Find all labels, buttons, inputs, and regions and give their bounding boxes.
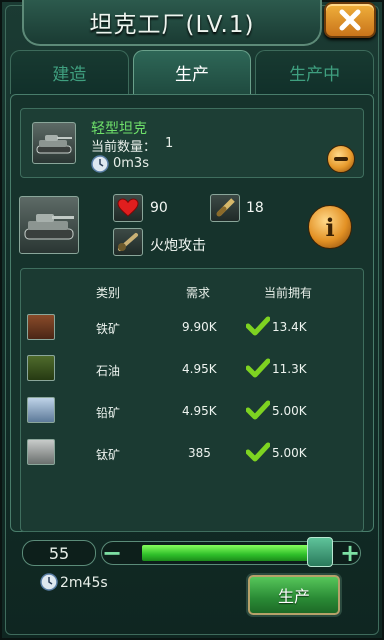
column-header-required: 需求 xyxy=(186,286,211,300)
increase-button[interactable]: + xyxy=(339,539,361,567)
heart-icon xyxy=(113,194,143,222)
decrease-button[interactable]: − xyxy=(101,539,123,567)
queue-qty-value: 1 xyxy=(165,136,174,151)
production-time: 2m45s xyxy=(60,575,108,591)
title-bar: 坦克工厂(LV.1) xyxy=(22,0,322,46)
requirement-name: 铁矿 xyxy=(96,322,121,336)
check-icon xyxy=(246,442,270,462)
tank-icon xyxy=(32,122,76,164)
minus-icon xyxy=(334,157,348,161)
shell-icon xyxy=(210,194,240,222)
requirement-name: 石油 xyxy=(96,364,121,378)
close-icon xyxy=(339,9,361,31)
close-button[interactable] xyxy=(324,2,376,38)
iron-ore-icon xyxy=(27,314,55,340)
oil-icon xyxy=(27,355,55,381)
requirement-have: 11.3K xyxy=(272,362,307,376)
attack-type: 火炮攻击 xyxy=(150,238,206,254)
tab-produce[interactable]: 生产 xyxy=(132,50,252,94)
requirement-have: 5.00K xyxy=(272,404,307,418)
queue-item-name: 轻型坦克 xyxy=(91,121,147,137)
check-icon xyxy=(246,316,270,336)
requirements-table xyxy=(20,268,364,532)
tank-icon xyxy=(24,214,74,240)
produce-button[interactable]: 生产 xyxy=(248,575,340,615)
info-icon: i xyxy=(325,212,335,242)
requirement-need: 385 xyxy=(188,446,211,460)
queue-time: 0m3s xyxy=(113,156,149,171)
requirement-have: 13.4K xyxy=(272,320,307,334)
column-header-owned: 当前拥有 xyxy=(264,286,313,300)
requirement-have: 5.00K xyxy=(272,446,307,460)
requirement-need: 4.95K xyxy=(182,404,217,418)
health-value: 90 xyxy=(150,200,168,216)
queue-qty-label: 当前数量： xyxy=(91,140,157,155)
clock-icon xyxy=(40,573,58,591)
window-title: 坦克工厂(LV.1) xyxy=(89,12,255,38)
requirement-need: 9.90K xyxy=(182,320,217,334)
titanium-ore-icon xyxy=(27,439,55,465)
check-icon xyxy=(246,400,270,420)
clock-icon xyxy=(91,155,109,173)
column-header-category: 类别 xyxy=(96,286,121,300)
requirement-name: 钛矿 xyxy=(96,448,121,462)
slider-fill xyxy=(142,545,320,561)
tab-producing[interactable]: 生产中 xyxy=(255,50,375,94)
requirement-need: 4.95K xyxy=(182,362,217,376)
quantity-field[interactable]: 55 xyxy=(22,540,96,566)
check-icon xyxy=(246,358,270,378)
ammo-value: 18 xyxy=(246,200,264,216)
tab-build[interactable]: 建造 xyxy=(10,50,129,94)
remove-from-queue-button[interactable] xyxy=(327,145,355,173)
tab-bar: 建造 生产 生产中 xyxy=(10,50,375,94)
queue-item: 轻型坦克 当前数量： 1 0m3s xyxy=(20,108,364,178)
lead-ore-icon xyxy=(27,397,55,423)
unit-portrait xyxy=(19,196,79,254)
requirement-name: 铅矿 xyxy=(96,406,121,420)
slider-handle[interactable] xyxy=(307,537,333,567)
cannon-icon xyxy=(113,228,143,256)
info-button[interactable]: i xyxy=(308,205,352,249)
